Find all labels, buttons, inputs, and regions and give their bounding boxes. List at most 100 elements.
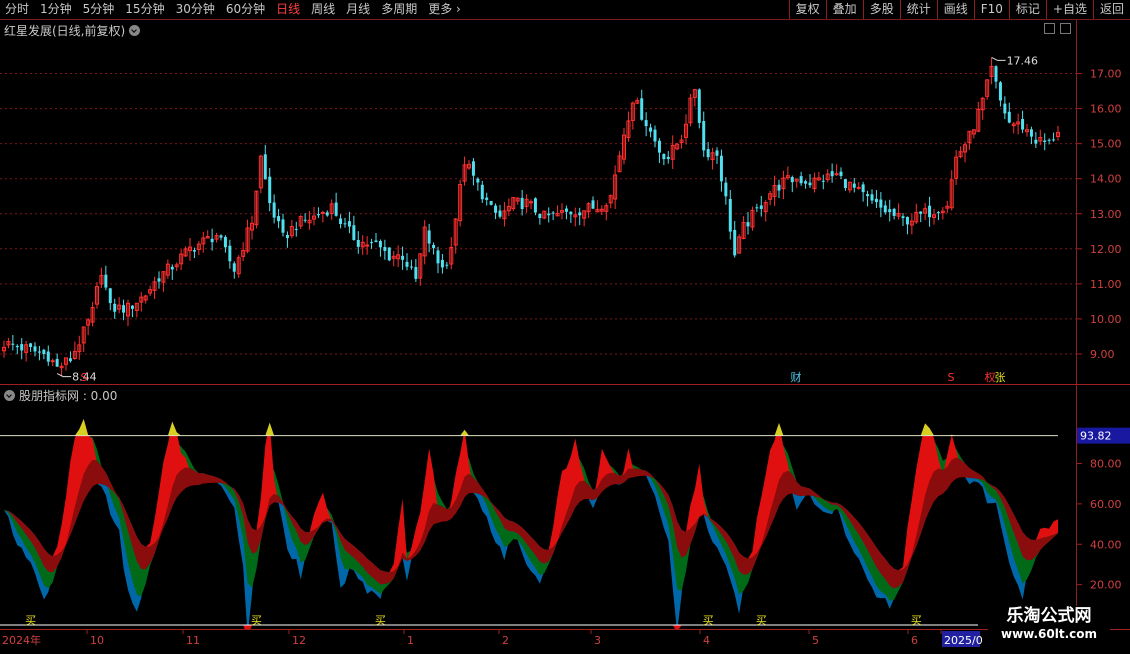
candle-body-211: [936, 212, 940, 214]
price-pane[interactable]: 红星发展(日线,前复权) 17.46 8.44 S 财 S 权张: [0, 20, 1077, 384]
candle-40: [179, 249, 184, 271]
candle-32: [143, 294, 148, 304]
candle-21: [95, 282, 99, 309]
candle-body-111: [494, 205, 498, 213]
price-axis-label-3: 14.00: [1090, 173, 1122, 186]
toolbar-button-8[interactable]: 返回: [1092, 0, 1130, 19]
toolbar-button-0[interactable]: 复权: [788, 0, 826, 19]
candle-132: [586, 202, 591, 219]
candle-body-196: [870, 194, 874, 201]
candle-body-71: [316, 214, 320, 216]
candle-196: [870, 189, 874, 204]
candle-113: [502, 201, 507, 227]
candle-25: [113, 298, 117, 319]
candle-5: [24, 340, 29, 362]
candle-body-93: [414, 267, 418, 279]
candle-body-224: [994, 66, 998, 82]
toolbar-button-4[interactable]: 画线: [936, 0, 974, 19]
candle-22: [99, 267, 104, 289]
indicator-pane[interactable]: 股朋指标网 : 0.00 买买买买买买买: [0, 385, 1077, 637]
candle-body-164: [728, 198, 732, 232]
time-axis: 2024年 10 11 12 1 2 3 4 5 6 2025/0: [0, 629, 1130, 651]
ind-axis-label-2: 40.00: [1090, 538, 1122, 551]
candle-body-2: [11, 343, 15, 345]
candle-body-112: [498, 210, 502, 217]
candle-57: [254, 190, 259, 229]
period-tab-1[interactable]: 1分钟: [35, 0, 78, 19]
period-tab-0[interactable]: 分时: [0, 0, 35, 19]
candle-body-120: [533, 198, 537, 213]
period-tab-9[interactable]: 多周期: [376, 0, 423, 19]
candle-body-68: [303, 219, 307, 221]
collapse-icon[interactable]: [4, 390, 15, 401]
candle-190: [843, 179, 847, 191]
price-pane-title[interactable]: 红星发展(日线,前复权): [4, 22, 141, 39]
indicator-pane-title[interactable]: 股朋指标网 : 0.00: [4, 387, 117, 404]
candle-192: [852, 177, 856, 193]
candle-72: [320, 210, 325, 223]
candle-184: [816, 171, 821, 181]
candle-body-92: [409, 266, 413, 268]
candle-body-189: [839, 171, 843, 176]
candle-232: [1029, 126, 1033, 145]
candle-53: [236, 255, 241, 278]
candle-23: [104, 265, 108, 291]
candle-98: [436, 246, 440, 274]
candle-body-149: [662, 153, 666, 160]
candle-body-10: [46, 351, 50, 362]
candle-body-43: [192, 250, 196, 252]
candle-56: [250, 215, 254, 240]
minimize-icon[interactable]: [1044, 23, 1055, 34]
candle-112: [498, 204, 502, 219]
candle-63: [281, 213, 285, 237]
toolbar-button-3[interactable]: 统计: [899, 0, 937, 19]
toolbar-button-5[interactable]: F10: [973, 0, 1009, 19]
candle-65: [289, 219, 294, 239]
candle-body-90: [401, 255, 405, 260]
dropdown-icon[interactable]: [129, 25, 141, 36]
maximize-icon[interactable]: [1060, 23, 1071, 34]
candle-121: [538, 213, 542, 225]
candle-165: [733, 220, 737, 258]
candle-110: [489, 200, 493, 206]
candle-body-119: [529, 201, 533, 204]
candle-183: [812, 172, 817, 193]
candle-95: [422, 220, 427, 265]
candle-body-25: [113, 303, 117, 312]
candle-79: [352, 215, 356, 241]
period-tab-2[interactable]: 5分钟: [78, 0, 121, 19]
period-tab-5[interactable]: 60分钟: [221, 0, 271, 19]
time-label-7: 4: [703, 634, 710, 647]
toolbar-button-2[interactable]: 多股: [862, 0, 900, 19]
period-tab-4[interactable]: 30分钟: [171, 0, 221, 19]
candle-205: [909, 213, 914, 235]
candle-137: [608, 194, 613, 209]
candle-100: [445, 261, 449, 269]
toolbar-button-7[interactable]: +自选: [1045, 0, 1093, 19]
candle-172: [763, 200, 768, 222]
candle-118: [524, 194, 529, 213]
candle-body-163: [724, 182, 728, 197]
candle-229: [1016, 113, 1021, 135]
candle-44: [196, 241, 201, 256]
period-tab-7[interactable]: 周线: [306, 0, 341, 19]
candle-84: [374, 233, 378, 243]
candle-230: [1021, 110, 1025, 134]
candle-body-146: [649, 127, 653, 132]
candle-28: [126, 299, 130, 326]
time-label-10: 2025/0: [944, 634, 983, 647]
toolbar-button-6[interactable]: 标记: [1008, 0, 1046, 19]
candle-body-38: [170, 266, 174, 270]
period-tab-8[interactable]: 月线: [341, 0, 376, 19]
period-tab-10[interactable]: 更多 ›: [423, 0, 467, 19]
candle-211: [936, 211, 940, 221]
candle-body-209: [928, 205, 932, 218]
time-label-0: 2024年: [2, 633, 41, 647]
period-tab-3[interactable]: 15分钟: [120, 0, 170, 19]
buy-signal-2: 买: [375, 614, 386, 627]
candle-body-50: [223, 236, 227, 248]
toolbar-button-1[interactable]: 叠加: [825, 0, 863, 19]
candle-body-24: [108, 288, 112, 304]
period-tab-6[interactable]: 日线: [271, 0, 306, 19]
candle-120: [533, 197, 537, 216]
